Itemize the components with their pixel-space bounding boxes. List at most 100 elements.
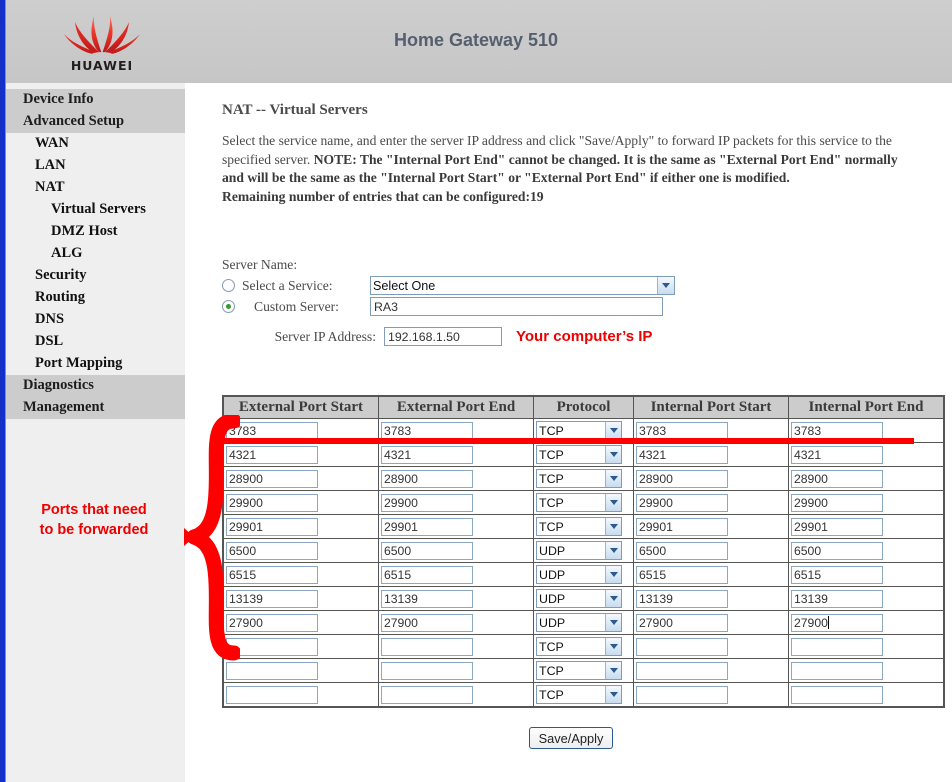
sidebar-item-virtual-servers[interactable]: Virtual Servers: [5, 199, 185, 221]
port-input-int-end[interactable]: [791, 685, 883, 704]
sidebar-item-alg[interactable]: ALG: [5, 243, 185, 265]
sidebar-item-device-info[interactable]: Device Info: [5, 89, 185, 111]
cell-ext-start: [222, 442, 379, 467]
server-name-block: Server Name: Select a Service: Select On…: [222, 255, 922, 348]
save-apply-button[interactable]: Save/Apply: [529, 727, 613, 749]
cell-int-end: [788, 586, 945, 611]
cell-int-end: [788, 490, 945, 515]
table-row: TCPUDP: [222, 538, 945, 563]
protocol-select-wrap: TCPUDP: [536, 589, 622, 608]
sidebar-item-dns[interactable]: DNS: [5, 309, 185, 331]
port-input-int-end[interactable]: [791, 517, 883, 536]
sidebar-item-dmz-host[interactable]: DMZ Host: [5, 221, 185, 243]
port-input-int-start[interactable]: [636, 637, 728, 656]
port-input-int-end[interactable]: [791, 589, 883, 608]
sidebar-item-routing[interactable]: Routing: [5, 287, 185, 309]
port-input-int-end[interactable]: [791, 661, 883, 680]
server-ip-annotation: Your computer’s IP: [516, 328, 653, 345]
port-input-ext-end[interactable]: [381, 493, 473, 512]
port-input-int-end[interactable]: [791, 565, 883, 584]
port-input-ext-end[interactable]: [381, 613, 473, 632]
port-input-ext-end[interactable]: [381, 517, 473, 536]
protocol-select[interactable]: TCPUDP: [536, 445, 622, 464]
port-input-int-end[interactable]: [791, 493, 883, 512]
page-title: NAT -- Virtual Servers: [222, 102, 368, 118]
port-input-int-end[interactable]: [791, 541, 883, 560]
cell-ext-start: [222, 682, 379, 708]
protocol-select[interactable]: TCPUDP: [536, 565, 622, 584]
port-input-int-start[interactable]: [636, 661, 728, 680]
protocol-select-wrap: TCPUDP: [536, 637, 622, 656]
port-input-int-start[interactable]: [636, 613, 728, 632]
custom-server-input[interactable]: [370, 297, 663, 316]
port-input-int-end[interactable]: [791, 637, 883, 656]
protocol-select[interactable]: TCPUDP: [536, 493, 622, 512]
port-input-ext-end[interactable]: [381, 445, 473, 464]
port-input-int-end[interactable]: [791, 445, 883, 464]
port-input-value: 27900: [794, 615, 828, 630]
port-input-ext-end[interactable]: [381, 565, 473, 584]
intro-text: Select the service name, and enter the s…: [222, 132, 920, 206]
cell-ext-start: [222, 490, 379, 515]
protocol-select[interactable]: TCPUDP: [536, 613, 622, 632]
port-input-ext-end[interactable]: [381, 637, 473, 656]
protocol-select[interactable]: TCPUDP: [536, 469, 622, 488]
custom-server-radio[interactable]: [222, 300, 235, 313]
protocol-select[interactable]: TCPUDP: [536, 685, 622, 704]
select-service-label: Select a Service:: [242, 277, 333, 293]
protocol-select[interactable]: TCPUDP: [536, 517, 622, 536]
protocol-select[interactable]: TCPUDP: [536, 541, 622, 560]
table-body: TCPUDP TCPUDP TCPUDP TCPUDP TCPUDP TCPUDP TCPU…: [222, 418, 945, 708]
port-input-ext-end[interactable]: [381, 541, 473, 560]
table-header-external-port-start: External Port Start: [222, 395, 379, 419]
port-input-int-end[interactable]: [791, 469, 883, 488]
port-input-ext-end[interactable]: [381, 469, 473, 488]
sidebar-item-nat[interactable]: NAT: [5, 177, 185, 199]
page-header: HUAWEI Home Gateway 510: [0, 0, 952, 83]
cell-int-start: [633, 466, 789, 491]
table-header-protocol: Protocol: [533, 395, 634, 419]
sidebar-item-security[interactable]: Security: [5, 265, 185, 287]
cell-ext-end: [378, 562, 534, 587]
port-input-int-start[interactable]: [636, 469, 728, 488]
server-ip-input[interactable]: [384, 327, 502, 346]
port-input-int-start[interactable]: [636, 685, 728, 704]
port-input-int-start[interactable]: [636, 517, 728, 536]
port-input-int-start[interactable]: [636, 541, 728, 560]
port-input-int-start[interactable]: [636, 565, 728, 584]
sidebar-item-advanced-setup[interactable]: Advanced Setup: [5, 111, 185, 133]
port-input-int-start[interactable]: [636, 421, 728, 440]
select-a-service-radio[interactable]: [222, 279, 235, 292]
cell-protocol: TCPUDP: [533, 490, 634, 515]
sidebar-item-port-mapping[interactable]: Port Mapping: [5, 353, 185, 375]
sidebar-item-diagnostics[interactable]: Diagnostics: [5, 375, 185, 397]
select-service-dropdown[interactable]: Select One: [370, 276, 675, 295]
server-ip-row: Server IP Address: Your computer’s IP: [222, 327, 922, 346]
port-input-int-start[interactable]: [636, 445, 728, 464]
port-input-int-end[interactable]: [791, 421, 883, 440]
cell-protocol: TCPUDP: [533, 514, 634, 539]
protocol-select[interactable]: TCPUDP: [536, 589, 622, 608]
cell-ext-start: [222, 586, 379, 611]
server-ip-label: Server IP Address:: [274, 328, 376, 344]
table-row: TCPUDP: [222, 514, 945, 539]
port-input-ext-end[interactable]: [381, 589, 473, 608]
port-input-int-start[interactable]: [636, 589, 728, 608]
cell-protocol: TCPUDP: [533, 610, 634, 635]
port-input-int-start[interactable]: [636, 493, 728, 512]
port-input-focused[interactable]: 27900: [791, 613, 883, 632]
cell-int-end: [788, 634, 945, 659]
protocol-select[interactable]: TCPUDP: [536, 661, 622, 680]
cell-int-start: [633, 514, 789, 539]
sidebar-item-dsl[interactable]: DSL: [5, 331, 185, 353]
sidebar-item-lan[interactable]: LAN: [5, 155, 185, 177]
port-input-ext-start[interactable]: [226, 685, 318, 704]
port-input-ext-end[interactable]: [381, 685, 473, 704]
table-header-external-port-end: External Port End: [378, 395, 534, 419]
sidebar-item-wan[interactable]: WAN: [5, 133, 185, 155]
protocol-select-wrap: TCPUDP: [536, 565, 622, 584]
protocol-select[interactable]: TCPUDP: [536, 637, 622, 656]
cell-ext-end: [378, 538, 534, 563]
port-input-ext-end[interactable]: [381, 661, 473, 680]
port-input-ext-end[interactable]: [381, 421, 473, 440]
